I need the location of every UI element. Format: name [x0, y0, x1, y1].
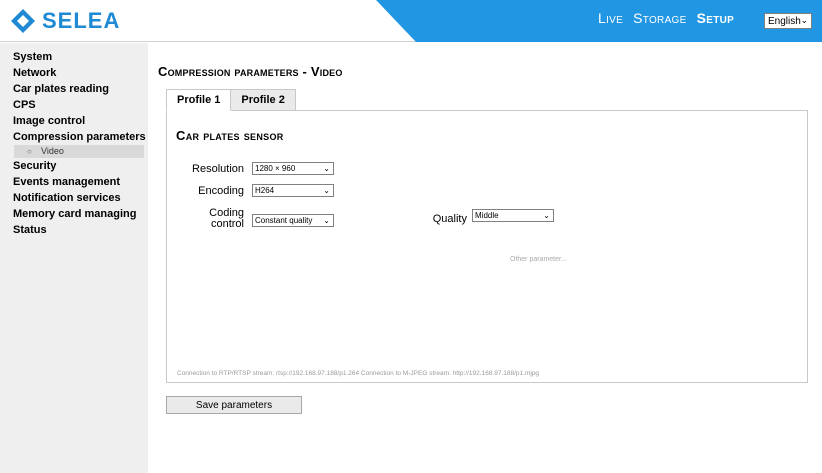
chevron-down-icon: ⌄ — [800, 15, 808, 25]
selea-logo-icon — [11, 9, 35, 33]
language-value: English — [768, 15, 801, 27]
coding-control-label: Coding control — [176, 208, 244, 230]
quality-value: Middle — [475, 211, 499, 220]
sidebar: System Network Car plates reading CPS Im… — [0, 43, 148, 473]
sidebar-subitem-label: Video — [41, 146, 64, 156]
coding-control-value: Constant quality — [255, 216, 313, 225]
logo[interactable]: SELEA — [10, 7, 120, 35]
profile-tabs: Profile 1 Profile 2 — [166, 89, 296, 111]
resolution-value: 1280 × 960 — [255, 164, 296, 173]
save-parameters-button[interactable]: Save parameters — [166, 396, 302, 414]
tab-profile-2[interactable]: Profile 2 — [230, 89, 296, 110]
quality-label: Quality — [432, 213, 467, 225]
nav-live[interactable]: Live — [598, 10, 623, 26]
sidebar-subitem-video[interactable]: ○ Video — [14, 145, 144, 158]
nav-storage[interactable]: Storage — [633, 10, 686, 26]
sidebar-item-notification-services[interactable]: Notification services — [0, 190, 148, 206]
tab-profile-1[interactable]: Profile 1 — [166, 89, 232, 111]
header: SELEA Live Storage Setup English ⌄ — [0, 0, 822, 42]
main-content: Compression parameters - Video Profile 1… — [148, 43, 822, 473]
encoding-label: Encoding — [198, 185, 244, 197]
resolution-label: Resolution — [192, 163, 244, 175]
sidebar-item-compression-parameters[interactable]: Compression parameters — [0, 129, 148, 145]
quality-select[interactable]: Middle ⌄ — [472, 209, 554, 222]
page-title: Compression parameters - Video — [158, 64, 343, 79]
language-select[interactable]: English ⌄ — [764, 13, 812, 29]
sidebar-item-memory-card-managing[interactable]: Memory card managing — [0, 206, 148, 222]
coding-control-select[interactable]: Constant quality ⌄ — [252, 214, 334, 227]
coding-control-label-line-2: control — [210, 218, 244, 230]
section-title: Car plates sensor — [176, 128, 284, 143]
nav-setup[interactable]: Setup — [697, 10, 735, 26]
chevron-down-icon: ⌄ — [323, 216, 330, 225]
profile-panel: Car plates sensor Resolution 1280 × 960 … — [166, 110, 808, 383]
encoding-value: H264 — [255, 186, 275, 195]
sidebar-item-network[interactable]: Network — [0, 65, 148, 81]
chevron-down-icon: ⌄ — [323, 164, 330, 173]
other-parameter-text: Other parameter... — [510, 256, 567, 263]
sidebar-item-car-plates-reading[interactable]: Car plates reading — [0, 81, 148, 97]
sidebar-item-image-control[interactable]: Image control — [0, 113, 148, 129]
connection-info: Connection to RTP/RTSP stream: rtsp://19… — [177, 370, 540, 377]
sidebar-item-events-management[interactable]: Events management — [0, 174, 148, 190]
sidebar-item-system[interactable]: System — [0, 49, 148, 65]
chevron-down-icon: ⌄ — [543, 211, 550, 220]
top-nav: Live Storage Setup — [598, 10, 734, 26]
brand-name: SELEA — [42, 8, 121, 33]
resolution-select[interactable]: 1280 × 960 ⌄ — [252, 162, 334, 175]
encoding-select[interactable]: H264 ⌄ — [252, 184, 334, 197]
sidebar-item-status[interactable]: Status — [0, 222, 148, 238]
sidebar-item-security[interactable]: Security — [0, 158, 148, 174]
chevron-down-icon: ⌄ — [323, 186, 330, 195]
bullet-icon: ○ — [27, 147, 32, 156]
sidebar-item-cps[interactable]: CPS — [0, 97, 148, 113]
